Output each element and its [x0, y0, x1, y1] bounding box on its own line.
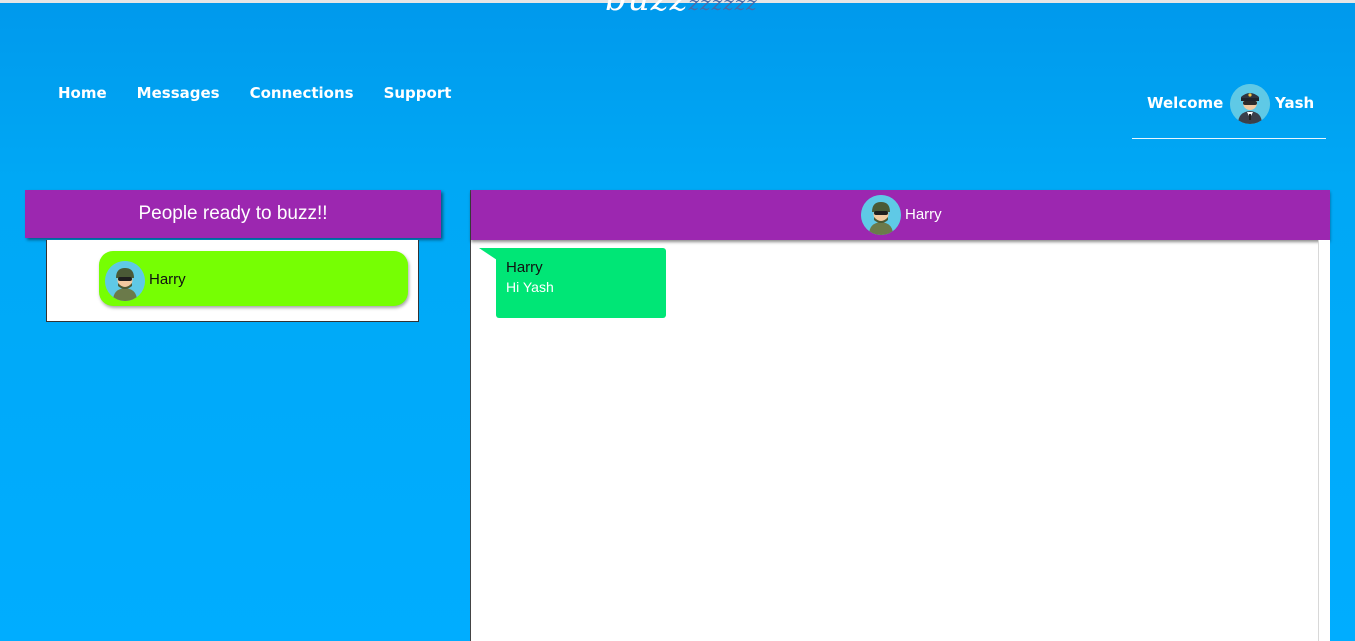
app-logo[interactable]: buzzzzzzzz — [605, 0, 758, 16]
message-sender: Harry — [506, 259, 543, 276]
logo-main-text: buzz — [605, 0, 689, 19]
nav-messages-link[interactable]: Messages — [137, 84, 220, 102]
pilot-avatar-icon — [1230, 84, 1270, 124]
person-name: Harry — [149, 271, 186, 288]
person-item-harry[interactable]: Harry — [99, 251, 408, 306]
people-panel-title: People ready to buzz!! — [138, 203, 328, 224]
soldier-avatar-icon — [861, 195, 901, 235]
nav-connections-link[interactable]: Connections — [250, 84, 354, 102]
chat-contact-name: Harry — [905, 206, 942, 223]
chat-panel: Harry Harry Hi Yash — [470, 190, 1330, 641]
soldier-avatar-icon — [105, 261, 145, 301]
main-nav: Home Messages Connections Support — [58, 84, 451, 102]
people-list: Harry — [46, 240, 419, 322]
welcome-label: Welcome — [1147, 94, 1224, 112]
message-bubble: Harry Hi Yash — [496, 248, 666, 318]
logo-tail-text: zzzzzz — [688, 0, 758, 15]
user-welcome[interactable]: Welcome Yash — [1132, 82, 1326, 139]
chat-header: Harry — [471, 190, 1330, 240]
nav-home-link[interactable]: Home — [58, 84, 107, 102]
message-text: Hi Yash — [506, 279, 554, 295]
user-name: Yash — [1275, 94, 1315, 112]
nav-support-link[interactable]: Support — [384, 84, 452, 102]
message-bubble-tail — [479, 248, 497, 260]
people-panel-header: People ready to buzz!! — [25, 190, 441, 238]
chat-scrollbar[interactable] — [1318, 240, 1330, 641]
